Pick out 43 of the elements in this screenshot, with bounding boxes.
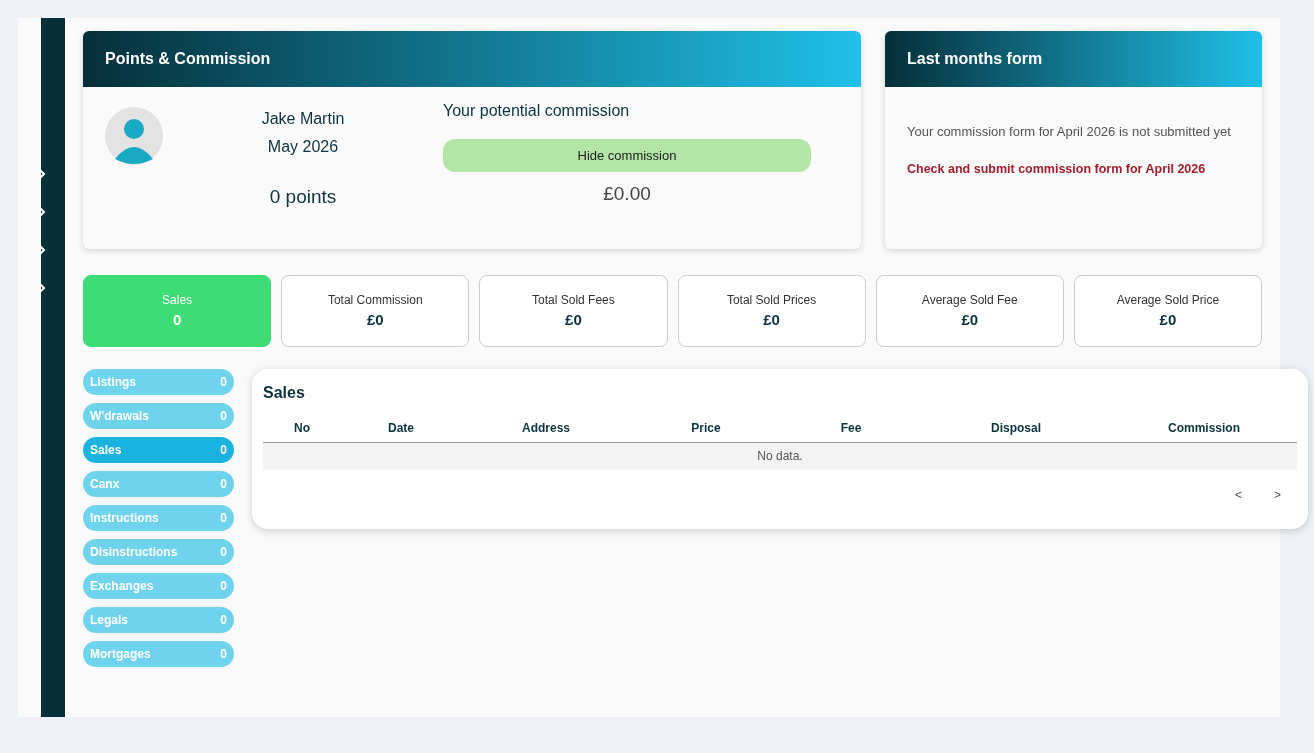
stat-label: Average Sold Fee (921, 291, 1018, 309)
column-header[interactable]: Fee (840, 420, 862, 435)
column-header[interactable]: Disposal (991, 420, 1041, 435)
table-title: Sales (263, 383, 306, 403)
stat-tile[interactable]: Average Sold Fee £0 (875, 275, 1064, 347)
stat-tile[interactable]: Total Sold Fees £0 (479, 275, 668, 347)
stat-value: £0 (763, 309, 780, 330)
stat-value: £0 (961, 309, 979, 330)
stat-tile[interactable]: Average Sold Price £0 (1073, 275, 1263, 347)
stat-label: Average Sold Price (1116, 291, 1220, 309)
commission-amount: £0.00 (602, 182, 652, 206)
chevron-right-icon[interactable] (38, 166, 46, 182)
stat-value: 0 (172, 309, 182, 330)
stat-label: Total Commission (327, 291, 423, 309)
stat-label: Total Sold Prices (726, 291, 817, 309)
empty-message: No data. (263, 443, 1297, 470)
chevron-right-icon[interactable] (38, 204, 46, 220)
stat-tile[interactable]: Total Sold Prices £0 (677, 275, 866, 347)
stat-label: Sales (162, 291, 193, 309)
chevron-right-icon[interactable] (38, 280, 46, 296)
points-value: 0 points (269, 185, 337, 209)
column-header[interactable]: Date (388, 420, 414, 435)
column-header[interactable]: Address (522, 420, 570, 435)
period-label: May 2026 (267, 137, 339, 157)
stat-value: £0 (366, 309, 384, 330)
column-header[interactable]: No (294, 420, 310, 435)
avatar-icon (105, 107, 163, 165)
stat-value: £0 (1159, 309, 1177, 330)
stat-tile[interactable]: Total Commission £0 (281, 275, 470, 347)
column-header[interactable]: Price (691, 420, 721, 435)
card-title: Points & Commission (83, 31, 861, 87)
form-status-text: Your commission form for April 2026 is not submitted yet (907, 123, 1232, 141)
commission-heading: Your potential commission (443, 101, 631, 121)
hide-commission-button[interactable]: Hide commission (443, 139, 811, 172)
stat-value: £0 (565, 309, 582, 330)
submit-form-link[interactable]: Check and submit commission form for April 2026 (907, 162, 1206, 176)
chevron-right-icon[interactable] (38, 242, 46, 258)
user-name: Jake Martin (261, 109, 345, 129)
card-title: Last months form (885, 31, 1262, 87)
next-page-button[interactable]: > (1258, 486, 1297, 504)
previous-page-button[interactable]: < (1218, 486, 1258, 504)
stat-label: Total Sold Fees (532, 291, 615, 309)
column-header[interactable]: Commission (1168, 420, 1240, 435)
